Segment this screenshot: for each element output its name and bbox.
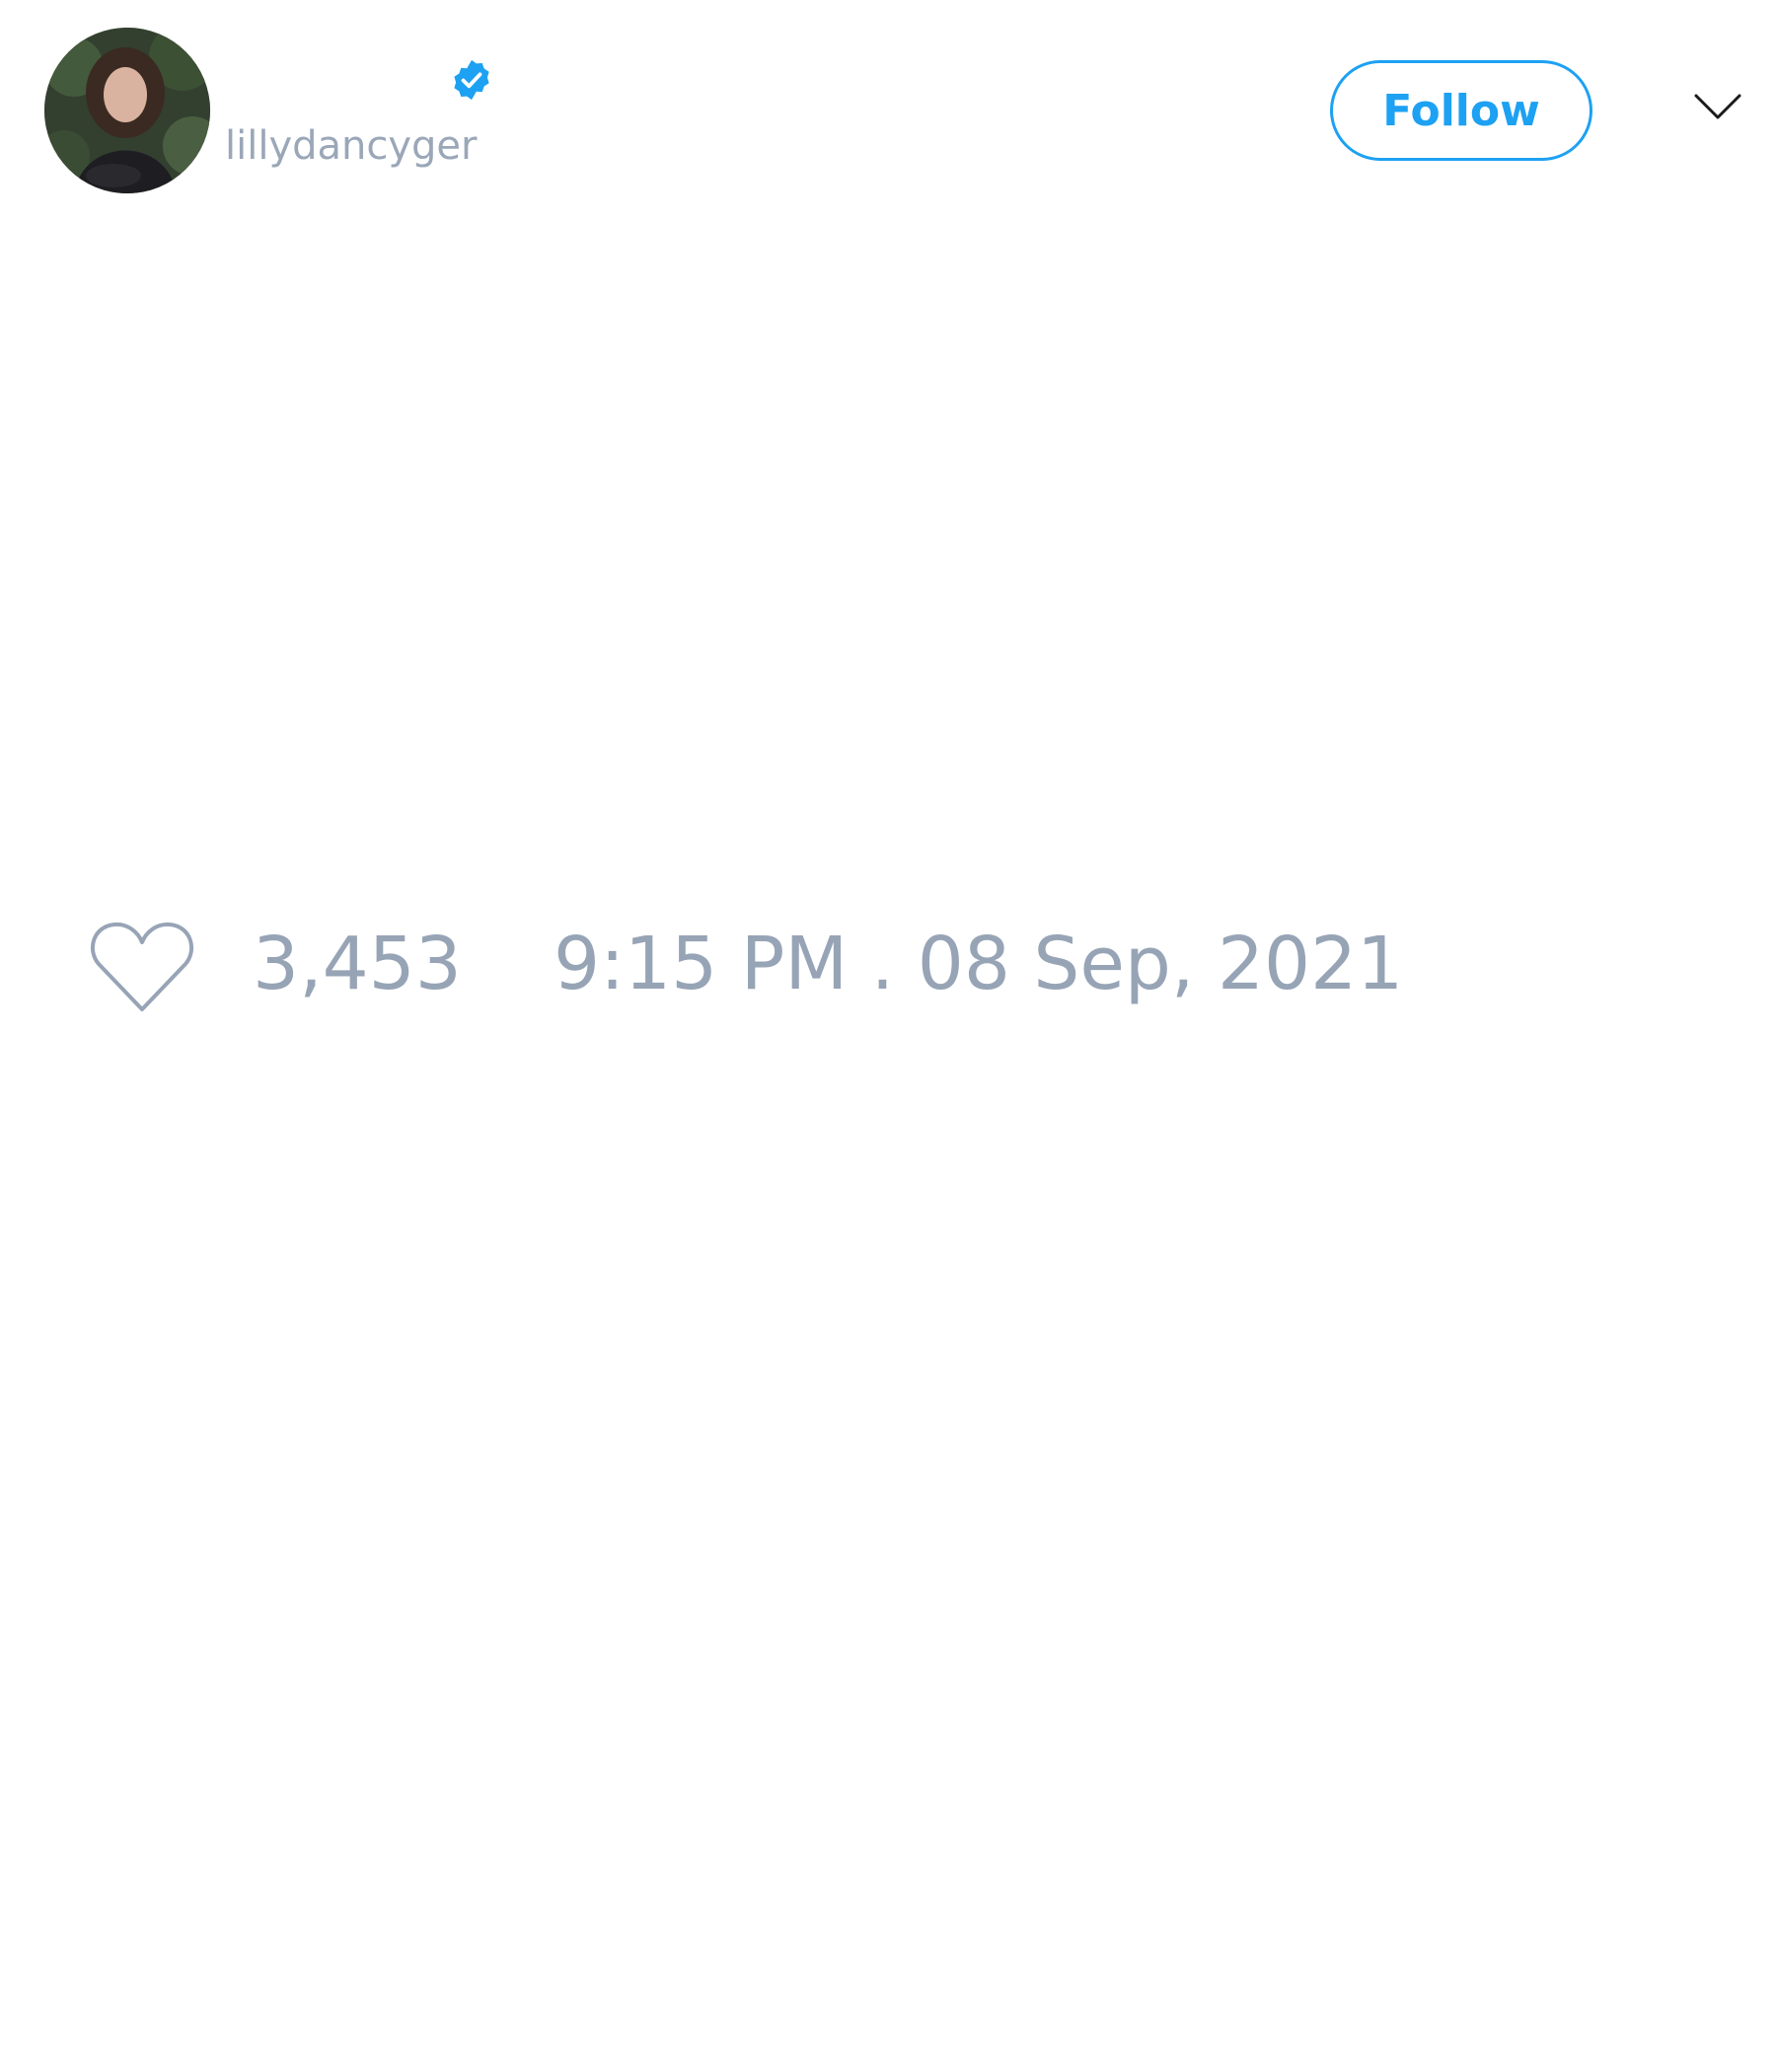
follow-button[interactable]: Follow [1330,60,1592,161]
verified-badge-icon [454,59,489,101]
like-count: 3,453 [253,922,462,1006]
heart-icon[interactable] [89,921,195,1015]
chevron-down-icon[interactable] [1693,91,1742,122]
tweet-header: lillydancyger Follow [0,0,1776,217]
avatar[interactable] [44,28,210,193]
author-handle[interactable]: lillydancyger [225,126,478,166]
tweet-stats: 3,453 9:15 PM . 08 Sep, 2021 [0,908,1776,1026]
tweet-timestamp[interactable]: 9:15 PM . 08 Sep, 2021 [554,927,1403,1000]
